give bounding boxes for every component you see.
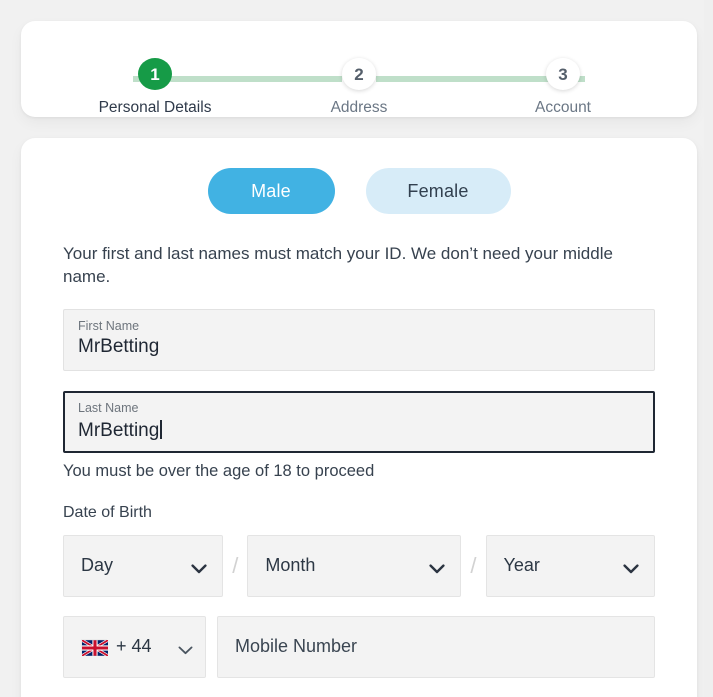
- stepper-card: 1 Personal Details 2 Address 3 Account: [21, 21, 697, 117]
- mobile-number-input[interactable]: Mobile Number: [217, 615, 655, 678]
- age-requirement-note: You must be over the age of 18 to procee…: [63, 461, 375, 480]
- progress-stepper: 1 Personal Details 2 Address 3 Account: [21, 21, 697, 117]
- dial-code-value: + 44: [116, 636, 152, 657]
- personal-details-form: Male Female Your first and last names mu…: [21, 138, 697, 678]
- chevron-down-icon: [191, 561, 207, 574]
- step-label-2: Address: [330, 99, 388, 116]
- step-circle-1[interactable]: 1: [138, 58, 172, 90]
- last-name-field[interactable]: Last Name MrBetting: [63, 390, 655, 453]
- step-circle-2[interactable]: 2: [342, 58, 376, 90]
- mobile-number-placeholder: Mobile Number: [235, 636, 358, 657]
- text-cursor: [160, 419, 162, 439]
- stepper-step-personal-details[interactable]: 1 Personal Details: [99, 21, 211, 117]
- step-number-2: 2: [354, 64, 364, 84]
- scrollbar-thumb[interactable]: [704, 0, 713, 697]
- gender-toggle-group: Male Female: [63, 168, 655, 214]
- country-code-select[interactable]: + 44: [63, 615, 206, 678]
- page-scrollbar[interactable]: [704, 0, 713, 697]
- first-name-field[interactable]: First Name MrBetting: [63, 308, 655, 371]
- date-of-birth-label: Date of Birth: [63, 503, 152, 521]
- dob-year-select[interactable]: Year: [485, 534, 656, 597]
- chevron-down-icon: [178, 642, 193, 655]
- stepper-step-account[interactable]: 3 Account: [507, 21, 619, 117]
- step-label-1: Personal Details: [98, 99, 212, 116]
- stepper-steps: 1 Personal Details 2 Address 3 Account: [21, 21, 697, 117]
- personal-details-form-card: Male Female Your first and last names mu…: [21, 138, 697, 697]
- gender-male-button[interactable]: Male: [207, 168, 335, 214]
- name-helper-text: Your first and last names must match you…: [63, 244, 613, 287]
- dob-day-value: Day: [81, 555, 114, 576]
- chevron-down-icon: [623, 561, 639, 574]
- step-label-3: Account: [534, 99, 591, 116]
- last-name-input[interactable]: MrBetting: [78, 417, 640, 443]
- registration-page: 1 Personal Details 2 Address 3 Account M…: [0, 0, 713, 697]
- step-circle-3[interactable]: 3: [546, 58, 580, 90]
- dob-month-value: Month: [265, 555, 316, 576]
- first-name-label: First Name: [78, 318, 140, 333]
- stepper-step-address[interactable]: 2 Address: [303, 21, 415, 117]
- uk-flag-icon: [81, 638, 109, 658]
- dob-separator-1: /: [232, 552, 239, 578]
- last-name-value: MrBetting: [78, 419, 160, 441]
- step-number-1: 1: [150, 64, 160, 84]
- last-name-label: Last Name: [78, 400, 139, 415]
- dob-day-select[interactable]: Day: [63, 534, 224, 597]
- first-name-value: MrBetting: [78, 335, 160, 357]
- first-name-input[interactable]: MrBetting: [78, 335, 640, 359]
- step-number-3: 3: [558, 64, 568, 84]
- mobile-number-row: + 44 Mobile Number: [63, 615, 655, 678]
- dob-separator-2: /: [470, 552, 477, 578]
- dob-month-select[interactable]: Month: [247, 534, 462, 597]
- date-of-birth-row: Day / Month / Year: [63, 534, 656, 597]
- dob-year-value: Year: [503, 555, 540, 576]
- gender-female-button[interactable]: Female: [365, 168, 511, 214]
- chevron-down-icon: [429, 561, 445, 574]
